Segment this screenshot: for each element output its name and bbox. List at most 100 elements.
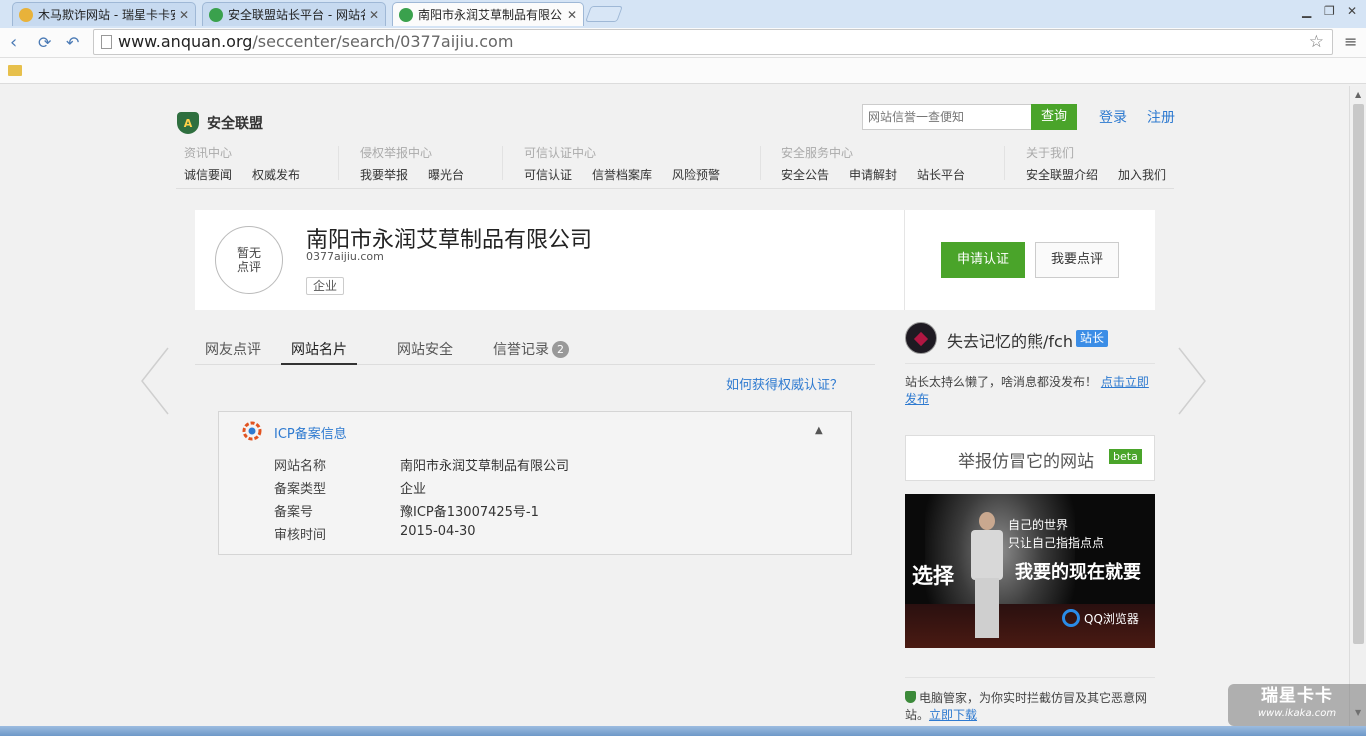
nav-item[interactable]: 诚信要闻 [184, 166, 232, 183]
ad-text: 自己的世界 [1008, 518, 1069, 532]
company-type-tag: 企业 [306, 277, 345, 295]
tab-site-card[interactable]: 网站名片 [281, 339, 357, 365]
pc-manager-icon [905, 691, 916, 703]
nav-item[interactable]: 加入我们 [1118, 166, 1166, 183]
icp-label: 备案号 [274, 505, 314, 520]
search-button[interactable]: 查询 [1031, 104, 1077, 130]
next-arrow-icon[interactable] [1177, 346, 1207, 416]
icp-title[interactable]: ICP备案信息 [274, 423, 347, 442]
minimize-icon[interactable]: ▁ [1302, 4, 1311, 18]
address-bar[interactable]: www.anquan.org/seccenter/search/0377aiji… [93, 29, 1333, 55]
url-host: www.anquan.org [118, 32, 253, 51]
window-close-icon[interactable]: ✕ [1347, 4, 1357, 18]
undo-icon[interactable]: ↶ [66, 33, 79, 52]
site-logo[interactable]: A 安全联盟 [177, 112, 263, 134]
report-phishing-label[interactable]: 举报仿冒它的网站 [958, 447, 1094, 472]
bookmark-star-icon[interactable]: ☆ [1309, 30, 1324, 54]
ad-brand-text: QQ浏览器 [1084, 611, 1139, 626]
rating-circle: 暂无 点评 [215, 226, 283, 294]
nav-group-title: 关于我们 [1026, 146, 1075, 160]
icp-value: 企业 [400, 482, 427, 497]
rating-text-2: 点评 [236, 260, 261, 274]
nav-item[interactable]: 站长平台 [917, 166, 965, 183]
tab-site-security[interactable]: 网站安全 [397, 339, 453, 365]
icp-value: 南阳市永润艾草制品有限公司 [400, 459, 570, 474]
nav-group-trust: 可信认证中心 可信认证 信誉档案库 风险预警 [524, 144, 720, 183]
refresh-icon[interactable]: ⟳ [38, 33, 51, 52]
tab-reputation[interactable]: 信誉记录 2 [493, 339, 569, 365]
restore-icon[interactable]: ❐ [1324, 4, 1335, 18]
rising-watermark: 瑞星卡卡 www.ikaka.com [1228, 684, 1366, 726]
nav-item[interactable]: 权威发布 [252, 166, 300, 183]
close-tab-icon[interactable]: ✕ [179, 8, 189, 22]
tab-favicon-icon [19, 7, 33, 22]
nav-group-report: 侵权举报中心 我要举报 曝光台 [360, 144, 464, 183]
tab-title: 木马欺诈网站 - 瑞星卡卡安 [38, 8, 175, 22]
register-link[interactable]: 注册 [1147, 107, 1175, 127]
nav-item[interactable]: 申请解封 [849, 166, 897, 183]
os-taskbar [0, 726, 1366, 736]
nav-item[interactable]: 风险预警 [672, 166, 720, 183]
apply-certification-button[interactable]: 申请认证 [941, 242, 1025, 278]
browser-toolbar: ‹ ⟳ ↶ www.anquan.org/seccenter/search/03… [0, 28, 1366, 58]
nav-item[interactable]: 可信认证 [524, 166, 572, 183]
ad-text: 我要的现在就要 [1015, 562, 1141, 583]
reputation-count-badge: 2 [552, 341, 569, 358]
card-divider [904, 210, 905, 310]
nav-item[interactable]: 安全公告 [781, 166, 829, 183]
icp-value: 2015-04-30 [400, 524, 476, 539]
nav-item[interactable]: 安全联盟介绍 [1026, 166, 1098, 183]
nav-item[interactable]: 曝光台 [428, 166, 464, 183]
page-icon [101, 35, 112, 49]
menu-icon[interactable]: ≡ [1344, 32, 1357, 51]
download-now-link[interactable]: 立即下载 [929, 708, 977, 722]
how-to-certify-link[interactable]: 如何获得权威认证？ [726, 374, 843, 393]
beta-badge: beta [1109, 449, 1142, 464]
tab-title: 安全联盟站长平台 - 网站名 [228, 8, 365, 22]
watermark-title: 瑞星卡卡 [1261, 686, 1333, 706]
ad-text: 选择 [912, 563, 954, 588]
site-search-input[interactable] [862, 104, 1032, 130]
admin-avatar[interactable] [905, 322, 937, 354]
nav-group-title: 资讯中心 [184, 146, 233, 160]
admin-name[interactable]: 失去记忆的熊/fch [947, 328, 1073, 352]
ad-brand: QQ浏览器 [1062, 609, 1139, 627]
folder-icon[interactable] [8, 65, 22, 76]
icp-label: 网站名称 [274, 459, 327, 474]
tab-strip: 木马欺诈网站 - 瑞星卡卡安 ✕ 安全联盟站长平台 - 网站名 ✕ 南阳市永润艾… [0, 0, 1366, 28]
back-icon[interactable]: ‹ [10, 32, 17, 53]
browser-tab-2[interactable]: 安全联盟站长平台 - 网站名 ✕ [202, 2, 386, 26]
nav-group-news: 资讯中心 诚信要闻 权威发布 [184, 144, 300, 183]
nav-item[interactable]: 我要举报 [360, 166, 408, 183]
tab-reviews[interactable]: 网友点评 [205, 339, 261, 365]
scrollbar-thumb[interactable] [1353, 104, 1364, 644]
nav-bottom-line [176, 188, 1174, 189]
nav-group-title: 可信认证中心 [524, 146, 597, 160]
admin-badge: 站长 [1076, 330, 1109, 347]
close-tab-icon[interactable]: ✕ [369, 8, 379, 22]
close-tab-icon[interactable]: ✕ [567, 8, 577, 22]
heart-icon [913, 331, 929, 347]
tab-favicon-icon [399, 7, 413, 22]
scroll-up-icon[interactable]: ▲ [1355, 90, 1361, 99]
write-review-button[interactable]: 我要点评 [1035, 242, 1119, 278]
tab-reputation-label: 信誉记录 [493, 342, 549, 358]
ad-text: 只让自己指指点点 [1008, 536, 1105, 550]
url-path: /seccenter/search/0377aijiu.com [252, 32, 514, 51]
nav-divider [760, 146, 761, 180]
browser-tab-3[interactable]: 南阳市永润艾草制品有限公 ✕ [392, 2, 584, 26]
tab-favicon-icon [209, 7, 223, 22]
pc-manager-promo: 电脑管家，为你实时拦截仿冒及其它恶意网站。立即下载 [905, 690, 1155, 724]
nav-group-service: 安全服务中心 安全公告 申请解封 站长平台 [781, 144, 965, 183]
login-link[interactable]: 登录 [1099, 107, 1127, 127]
page-scrollbar[interactable]: ▲ ▼ [1349, 86, 1366, 726]
collapse-caret-icon[interactable]: ▲ [815, 425, 823, 436]
new-tab-button[interactable] [585, 6, 623, 22]
watermark-url: www.ikaka.com [1257, 708, 1337, 719]
nav-item[interactable]: 信誉档案库 [592, 166, 652, 183]
prev-arrow-icon[interactable] [140, 346, 170, 416]
nav-group-about: 关于我们 安全联盟介绍 加入我们 [1026, 144, 1166, 183]
browser-tab-1[interactable]: 木马欺诈网站 - 瑞星卡卡安 ✕ [12, 2, 196, 26]
icp-logo-icon [242, 421, 262, 441]
qq-browser-icon [1062, 609, 1080, 627]
